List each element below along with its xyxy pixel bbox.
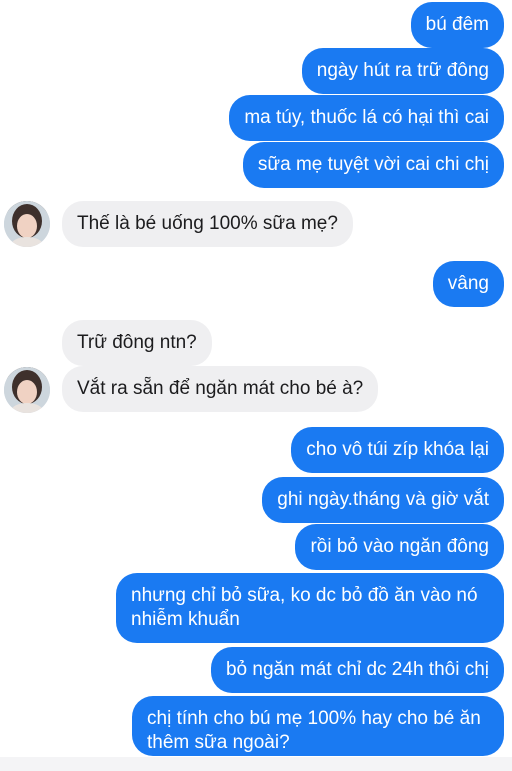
contact-avatar[interactable] — [4, 367, 50, 413]
composer-bar — [0, 757, 512, 771]
incoming-message[interactable]: Thế là bé uống 100% sữa mẹ? — [62, 201, 353, 247]
outgoing-message[interactable]: rồi bỏ vào ngăn đông — [295, 524, 504, 570]
outgoing-message[interactable]: ma túy, thuốc lá có hại thì cai — [229, 95, 504, 141]
contact-avatar[interactable] — [4, 201, 50, 247]
outgoing-message[interactable]: ngày hút ra trữ đông — [301, 48, 504, 94]
outgoing-message[interactable]: vâng — [432, 261, 504, 307]
outgoing-message[interactable]: bú đêm — [410, 2, 504, 48]
outgoing-message[interactable]: nhưng chỉ bỏ sữa, ko dc bỏ đồ ăn vào nó … — [116, 573, 504, 643]
avatar-image — [4, 367, 50, 413]
outgoing-message[interactable]: cho vô túi zíp khóa lại — [291, 427, 504, 473]
incoming-message[interactable]: Vắt ra sẵn để ngăn mát cho bé à? — [62, 366, 379, 412]
outgoing-message[interactable]: ghi ngày.tháng và giờ vắt — [262, 477, 504, 523]
outgoing-message[interactable]: chị tính cho bú mẹ 100% hay cho bé ăn th… — [132, 696, 504, 756]
outgoing-message[interactable]: sữa mẹ tuyệt vời cai chi chị — [242, 142, 504, 188]
outgoing-message[interactable]: bỏ ngăn mát chỉ dc 24h thôi chị — [210, 647, 504, 693]
incoming-message[interactable]: Trữ đông ntn? — [62, 320, 212, 366]
avatar-image — [4, 201, 50, 247]
